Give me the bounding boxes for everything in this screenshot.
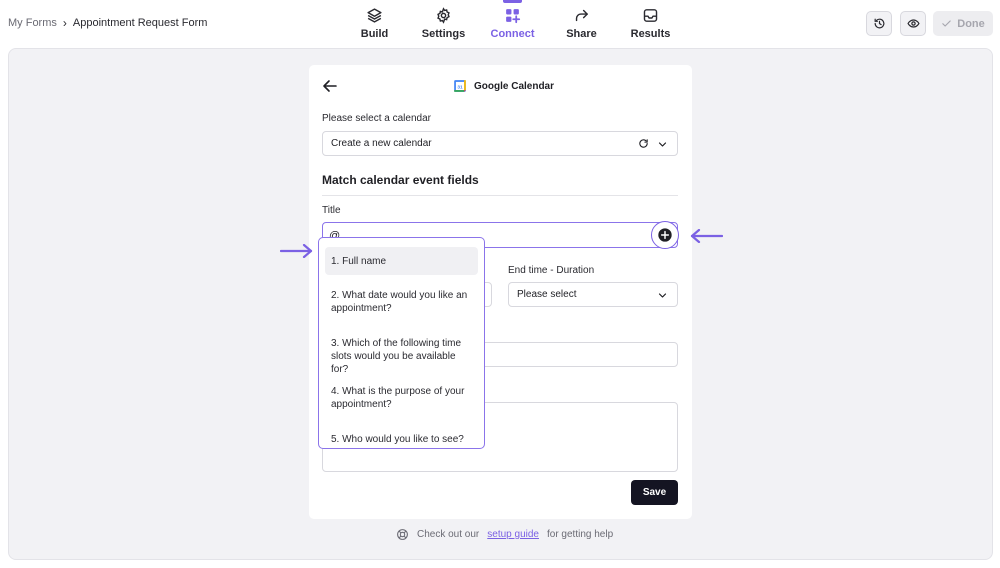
done-label: Done: [957, 17, 985, 30]
share-arrow-icon: [575, 9, 588, 22]
end-time-label: End time - Duration: [508, 265, 595, 276]
history-icon: [874, 18, 884, 29]
main-nav: Build Settings Connect Share Results: [340, 0, 685, 46]
section-divider: [322, 195, 678, 196]
breadcrumb: My Forms › Appointment Request Form: [8, 16, 207, 30]
end-time-select[interactable]: Please select: [508, 282, 678, 307]
breadcrumb-current-form: Appointment Request Form: [72, 17, 208, 29]
refresh-icon[interactable]: [638, 138, 649, 149]
chevron-down-icon: [658, 142, 667, 147]
help-prefix: Check out our: [417, 529, 480, 540]
tab-build[interactable]: Build: [340, 0, 409, 46]
title-field-label: Title: [322, 205, 341, 216]
google-calendar-icon: 31: [454, 80, 466, 92]
preview-button[interactable]: [900, 11, 926, 36]
active-tab-indicator: [503, 0, 522, 3]
dropdown-option[interactable]: 5. Who would you like to see?: [325, 433, 478, 446]
tab-share-label: Share: [566, 28, 597, 40]
dropdown-option[interactable]: 2. What date would you like an appointme…: [325, 289, 478, 315]
integration-name: Google Calendar: [474, 80, 555, 92]
breadcrumb-separator: ›: [62, 16, 67, 30]
eye-icon: [906, 19, 920, 28]
tab-share[interactable]: Share: [547, 0, 616, 46]
insert-field-button[interactable]: [651, 221, 679, 249]
setup-guide-link[interactable]: setup guide: [487, 529, 539, 540]
dropdown-option[interactable]: 4. What is the purpose of your appointme…: [325, 385, 478, 411]
tab-build-label: Build: [360, 28, 389, 40]
field-mention-dropdown: 1. Full name 2. What date would you like…: [318, 237, 485, 449]
top-bar: My Forms › Appointment Request Form Buil…: [0, 0, 1000, 46]
annotation-arrow-right-icon: [280, 244, 313, 258]
back-arrow-icon[interactable]: [322, 79, 338, 93]
grid-plus-icon: [506, 9, 521, 24]
integration-header: 31 Google Calendar: [453, 79, 554, 93]
tab-connect-label: Connect: [490, 28, 535, 40]
section-title: Match calendar event fields: [322, 173, 479, 187]
tab-results-label: Results: [630, 28, 671, 40]
help-suffix: for getting help: [546, 529, 614, 540]
calendar-select[interactable]: Create a new calendar: [322, 131, 678, 156]
tab-settings[interactable]: Settings: [409, 0, 478, 46]
done-button[interactable]: Done: [933, 11, 993, 36]
inbox-icon: [643, 9, 658, 22]
dropdown-option[interactable]: 3. Which of the following time slots wou…: [325, 337, 478, 376]
chevron-down-icon: [658, 293, 667, 298]
plus-circle-icon: [658, 228, 672, 242]
tab-connect[interactable]: Connect: [478, 0, 547, 46]
breadcrumb-my-forms[interactable]: My Forms: [8, 17, 57, 29]
lifebuoy-icon: [397, 529, 408, 540]
layers-icon: [367, 8, 382, 23]
gear-icon: [437, 7, 450, 24]
tab-settings-label: Settings: [421, 28, 466, 40]
tab-results[interactable]: Results: [616, 0, 685, 46]
calendar-select-value: Create a new calendar: [331, 138, 432, 149]
check-icon: [942, 20, 951, 27]
help-footer: Check out our setup guide for getting he…: [396, 528, 613, 541]
svg-text:31: 31: [457, 84, 463, 89]
dropdown-option[interactable]: 1. Full name: [325, 247, 478, 275]
history-button[interactable]: [866, 11, 892, 36]
save-button[interactable]: Save: [631, 480, 678, 505]
calendar-select-label: Please select a calendar: [322, 113, 431, 124]
end-time-select-value: Please select: [517, 289, 577, 300]
annotation-arrow-left-icon: [690, 229, 723, 243]
